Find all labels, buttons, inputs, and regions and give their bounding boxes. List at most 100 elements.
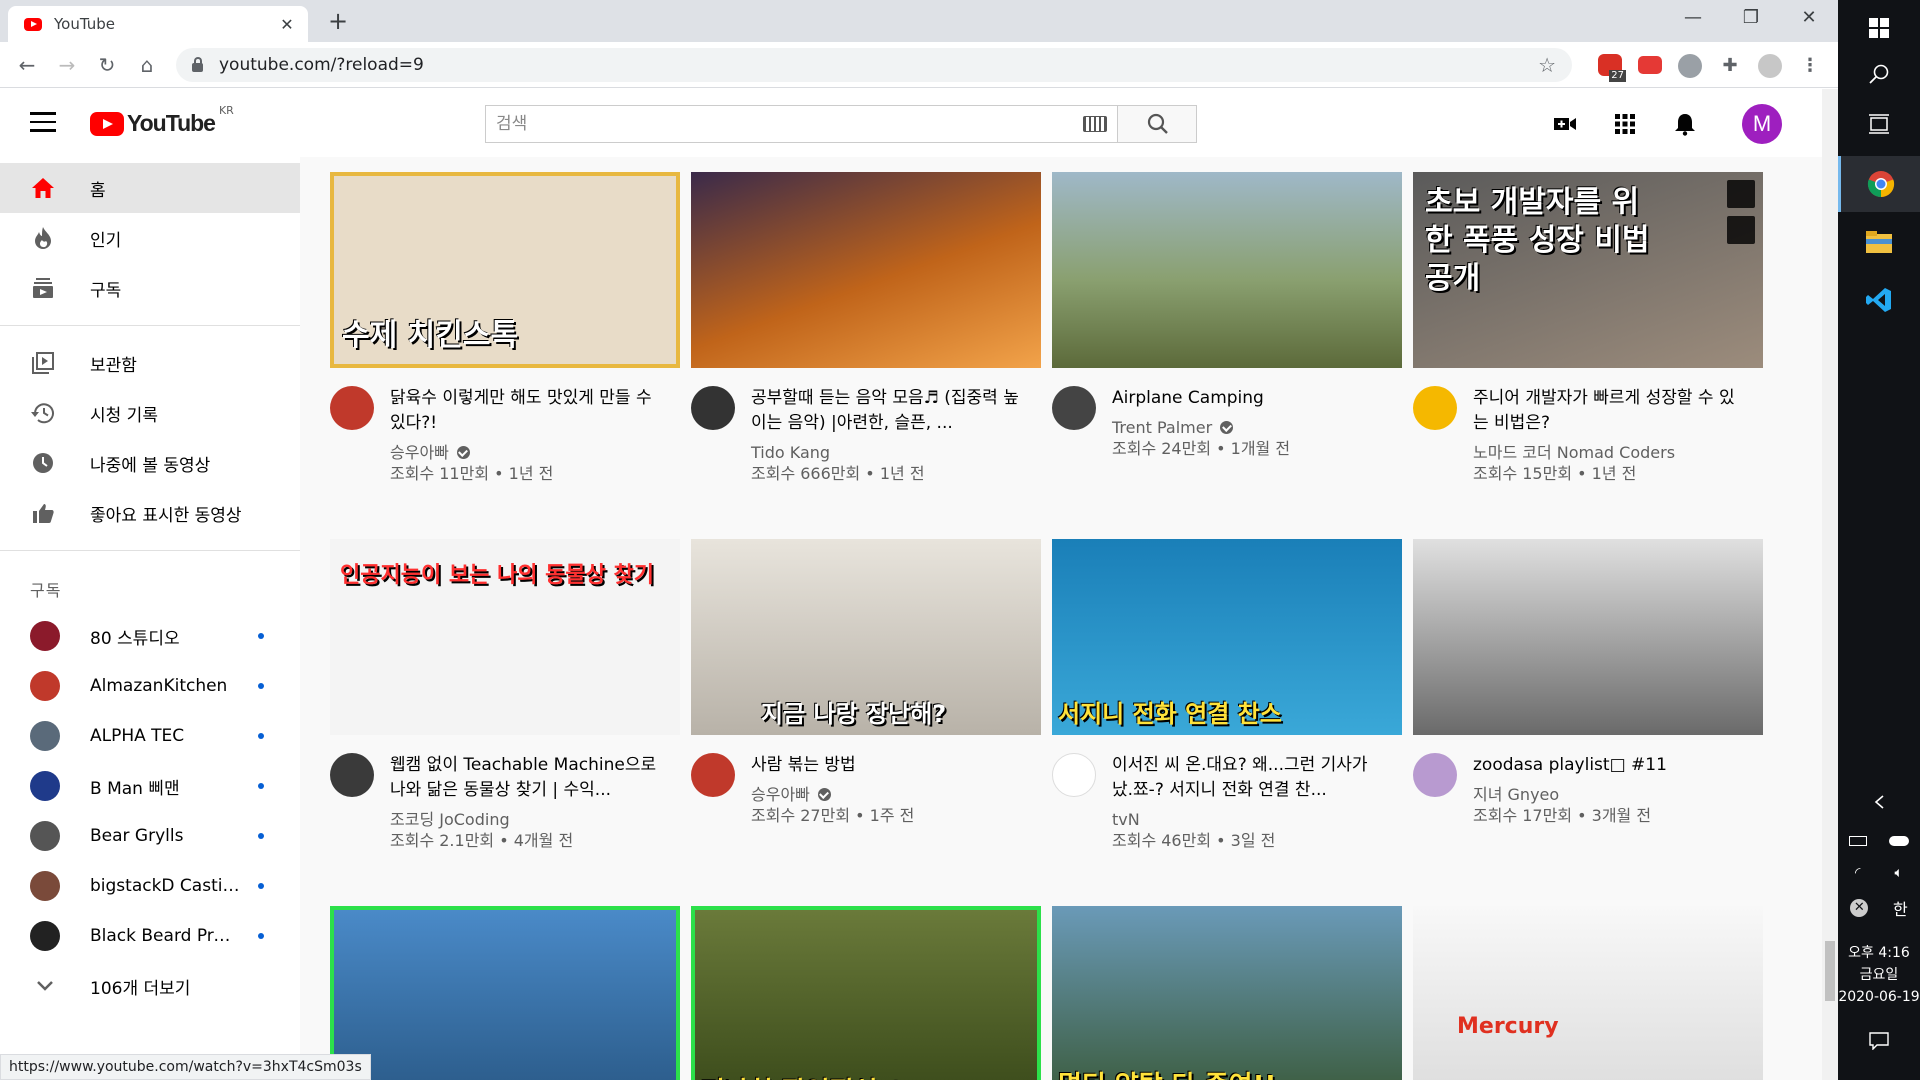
video-thumbnail[interactable]: 멀티 약탈 다 죽여!!	[1052, 906, 1402, 1080]
file-explorer-icon[interactable]	[1838, 214, 1920, 270]
video-title[interactable]: 닭육수 이렇게만 해도 맛있게 만들 수 있다?!	[390, 386, 660, 436]
channel-avatar[interactable]	[691, 753, 735, 797]
video-card[interactable]: 성층권의 지배자 B-47	[330, 906, 680, 1080]
wifi-icon[interactable]: ◜	[1855, 865, 1860, 881]
channel-avatar[interactable]	[330, 753, 374, 797]
extensions-puzzle-icon[interactable]: ✚	[1718, 54, 1742, 78]
video-card[interactable]: 지나친 장인정신 6	[691, 906, 1041, 1080]
account-avatar[interactable]: M	[1742, 104, 1782, 144]
video-card[interactable]: Airplane Camping Trent Palmer 조회수 24만회 •…	[1052, 172, 1402, 459]
volume-icon[interactable]: 🔈︎	[1895, 865, 1903, 881]
chrome-taskbar-icon[interactable]	[1838, 156, 1920, 212]
video-thumbnail[interactable]: 수제 치킨스톡	[330, 172, 680, 368]
channel-name[interactable]: 조코딩 JoCoding	[390, 809, 510, 830]
video-card[interactable]: zoodasa playlist□ #11 지녀 Gnyeo 조회수 17만회 …	[1413, 539, 1763, 826]
subscription-item[interactable]: B Man 삐맨	[0, 761, 300, 811]
notification-x-icon[interactable]: ✕	[1850, 899, 1869, 917]
maximize-button[interactable]: ❐	[1722, 0, 1780, 38]
clock-time[interactable]: 오후 4:16	[1838, 944, 1920, 962]
notifications-bell-icon[interactable]	[1672, 111, 1698, 137]
watch-later-icon[interactable]	[1727, 180, 1755, 208]
video-title[interactable]: 주니어 개발자가 빠르게 성장할 수 있는 비법은?	[1473, 386, 1743, 436]
search-icon[interactable]	[1838, 46, 1920, 102]
video-thumbnail[interactable]	[1052, 172, 1402, 368]
video-card[interactable]: 인공지능이 보는 나의 동물상 찾기 웹캠 없이 Teachable Machi…	[330, 539, 680, 851]
channel-name[interactable]: 승우아빠	[751, 784, 810, 805]
search-button[interactable]	[1117, 105, 1197, 143]
vscode-icon[interactable]	[1838, 272, 1920, 328]
close-window-button[interactable]: ✕	[1780, 0, 1838, 38]
video-thumbnail[interactable]: 서지니 전화 연결 찬스	[1052, 539, 1402, 735]
youtube-extension-icon[interactable]	[1638, 56, 1662, 74]
forward-button[interactable]: →	[52, 50, 82, 80]
video-title[interactable]: 공부할때 듣는 음악 모음♬ (집중력 높이는 음악) |아련한, 슬픈, ..…	[751, 386, 1021, 436]
battery-icon[interactable]	[1849, 836, 1867, 846]
video-card[interactable]: 서지니 전화 연결 찬스 이서진 씨 온.대요? 왜...그런 기사가 났.쬬-…	[1052, 539, 1402, 851]
channel-name[interactable]: tvN	[1112, 809, 1140, 830]
create-video-icon[interactable]	[1552, 111, 1578, 137]
video-card[interactable]: Mercury	[1413, 906, 1763, 1080]
video-card[interactable]: 수제 치킨스톡 닭육수 이렇게만 해도 맛있게 만들 수 있다?! 승우아빠 조…	[330, 172, 680, 484]
subscription-item[interactable]: ALPHA TEC	[0, 711, 300, 761]
chrome-menu-icon[interactable]: ⋮	[1798, 54, 1822, 78]
action-center-icon[interactable]	[1838, 1016, 1920, 1066]
video-thumbnail[interactable]	[1413, 539, 1763, 735]
video-thumbnail[interactable]	[691, 172, 1041, 368]
video-thumbnail[interactable]: 초보 개발자를 위한 폭풍 성장 비법 공개	[1413, 172, 1763, 368]
video-thumbnail[interactable]: 지나친 장인정신 6	[691, 906, 1041, 1080]
home-button[interactable]: ⌂	[132, 50, 162, 80]
browser-tab[interactable]: YouTube ✕	[8, 6, 308, 42]
sidebar-item[interactable]: 인기	[0, 213, 300, 263]
task-view-icon[interactable]	[1838, 96, 1920, 152]
subscription-item[interactable]: Bear Grylls	[0, 811, 300, 861]
channel-avatar[interactable]	[1413, 386, 1457, 430]
channel-name[interactable]: 승우아빠	[390, 442, 449, 463]
subscription-item[interactable]: Black Beard Projec...	[0, 911, 300, 961]
new-tab-button[interactable]: +	[322, 6, 354, 38]
profile-avatar-icon[interactable]	[1758, 54, 1782, 78]
youtube-logo[interactable]: YouTube KR	[90, 104, 234, 137]
subscription-item[interactable]: AlmazanKitchen	[0, 661, 300, 711]
sidebar-item[interactable]: 나중에 볼 동영상	[0, 438, 300, 488]
channel-name[interactable]: 노마드 코더 Nomad Coders	[1473, 442, 1675, 463]
menu-icon[interactable]	[30, 112, 56, 132]
video-card[interactable]: 초보 개발자를 위한 폭풍 성장 비법 공개 주니어 개발자가 빠르게 성장할 …	[1413, 172, 1763, 484]
channel-avatar[interactable]	[1052, 753, 1096, 797]
channel-avatar[interactable]	[330, 386, 374, 430]
extension-circle-icon[interactable]	[1678, 54, 1702, 78]
video-card[interactable]: 멀티 약탈 다 죽여!!	[1052, 906, 1402, 1080]
video-thumbnail[interactable]: 지금 나랑 장난해?	[691, 539, 1041, 735]
sidebar-item[interactable]: 시청 기록	[0, 388, 300, 438]
sidebar-item[interactable]: 보관함	[0, 338, 300, 388]
reload-button[interactable]: ↻	[92, 50, 122, 80]
channel-name[interactable]: Trent Palmer	[1112, 417, 1212, 438]
video-card[interactable]: 지금 나랑 장난해? 사람 볶는 방법 승우아빠 조회수 27만회 • 1주 전	[691, 539, 1041, 826]
video-title[interactable]: 이서진 씨 온.대요? 왜...그런 기사가 났.쬬-? 서지니 전화 연결 찬…	[1112, 753, 1382, 803]
channel-avatar[interactable]	[691, 386, 735, 430]
bookmark-star-icon[interactable]: ☆	[1538, 53, 1556, 77]
minimize-button[interactable]: —	[1664, 0, 1722, 38]
channel-avatar[interactable]	[1052, 386, 1096, 430]
adblock-extension-icon[interactable]: 27	[1598, 54, 1626, 82]
video-title[interactable]: 웹캠 없이 Teachable Machine으로 나와 닮은 동물상 찾기 |…	[390, 753, 660, 803]
scrollbar-thumb[interactable]	[1825, 941, 1835, 1001]
video-title[interactable]: 사람 볶는 방법	[751, 753, 1021, 778]
keyboard-icon[interactable]	[1083, 116, 1107, 132]
channel-name[interactable]: Tido Kang	[751, 442, 830, 463]
sidebar-item[interactable]: 좋아요 표시한 동영상	[0, 488, 300, 538]
search-input[interactable]	[496, 114, 1083, 134]
video-title[interactable]: Airplane Camping	[1112, 386, 1382, 411]
ime-indicator[interactable]: 한	[1893, 896, 1908, 920]
add-to-queue-icon[interactable]	[1727, 216, 1755, 244]
video-card[interactable]: 공부할때 듣는 음악 모음♬ (집중력 높이는 음악) |아련한, 슬픈, ..…	[691, 172, 1041, 484]
sidebar-item[interactable]: 홈	[0, 163, 300, 213]
show-hidden-icons-chevron-icon[interactable]	[1838, 784, 1920, 820]
channel-name[interactable]: 지녀 Gnyeo	[1473, 784, 1559, 805]
subscription-item[interactable]: 80 스튜디오	[0, 611, 300, 661]
video-thumbnail[interactable]: Mercury	[1413, 906, 1763, 1080]
onedrive-cloud-icon[interactable]	[1889, 836, 1909, 846]
address-bar[interactable]: youtube.com/?reload=9 ☆	[176, 48, 1572, 82]
channel-avatar[interactable]	[1413, 753, 1457, 797]
tab-close-icon[interactable]: ✕	[276, 15, 298, 34]
show-more-button[interactable]: 106개 더보기	[0, 961, 300, 1011]
